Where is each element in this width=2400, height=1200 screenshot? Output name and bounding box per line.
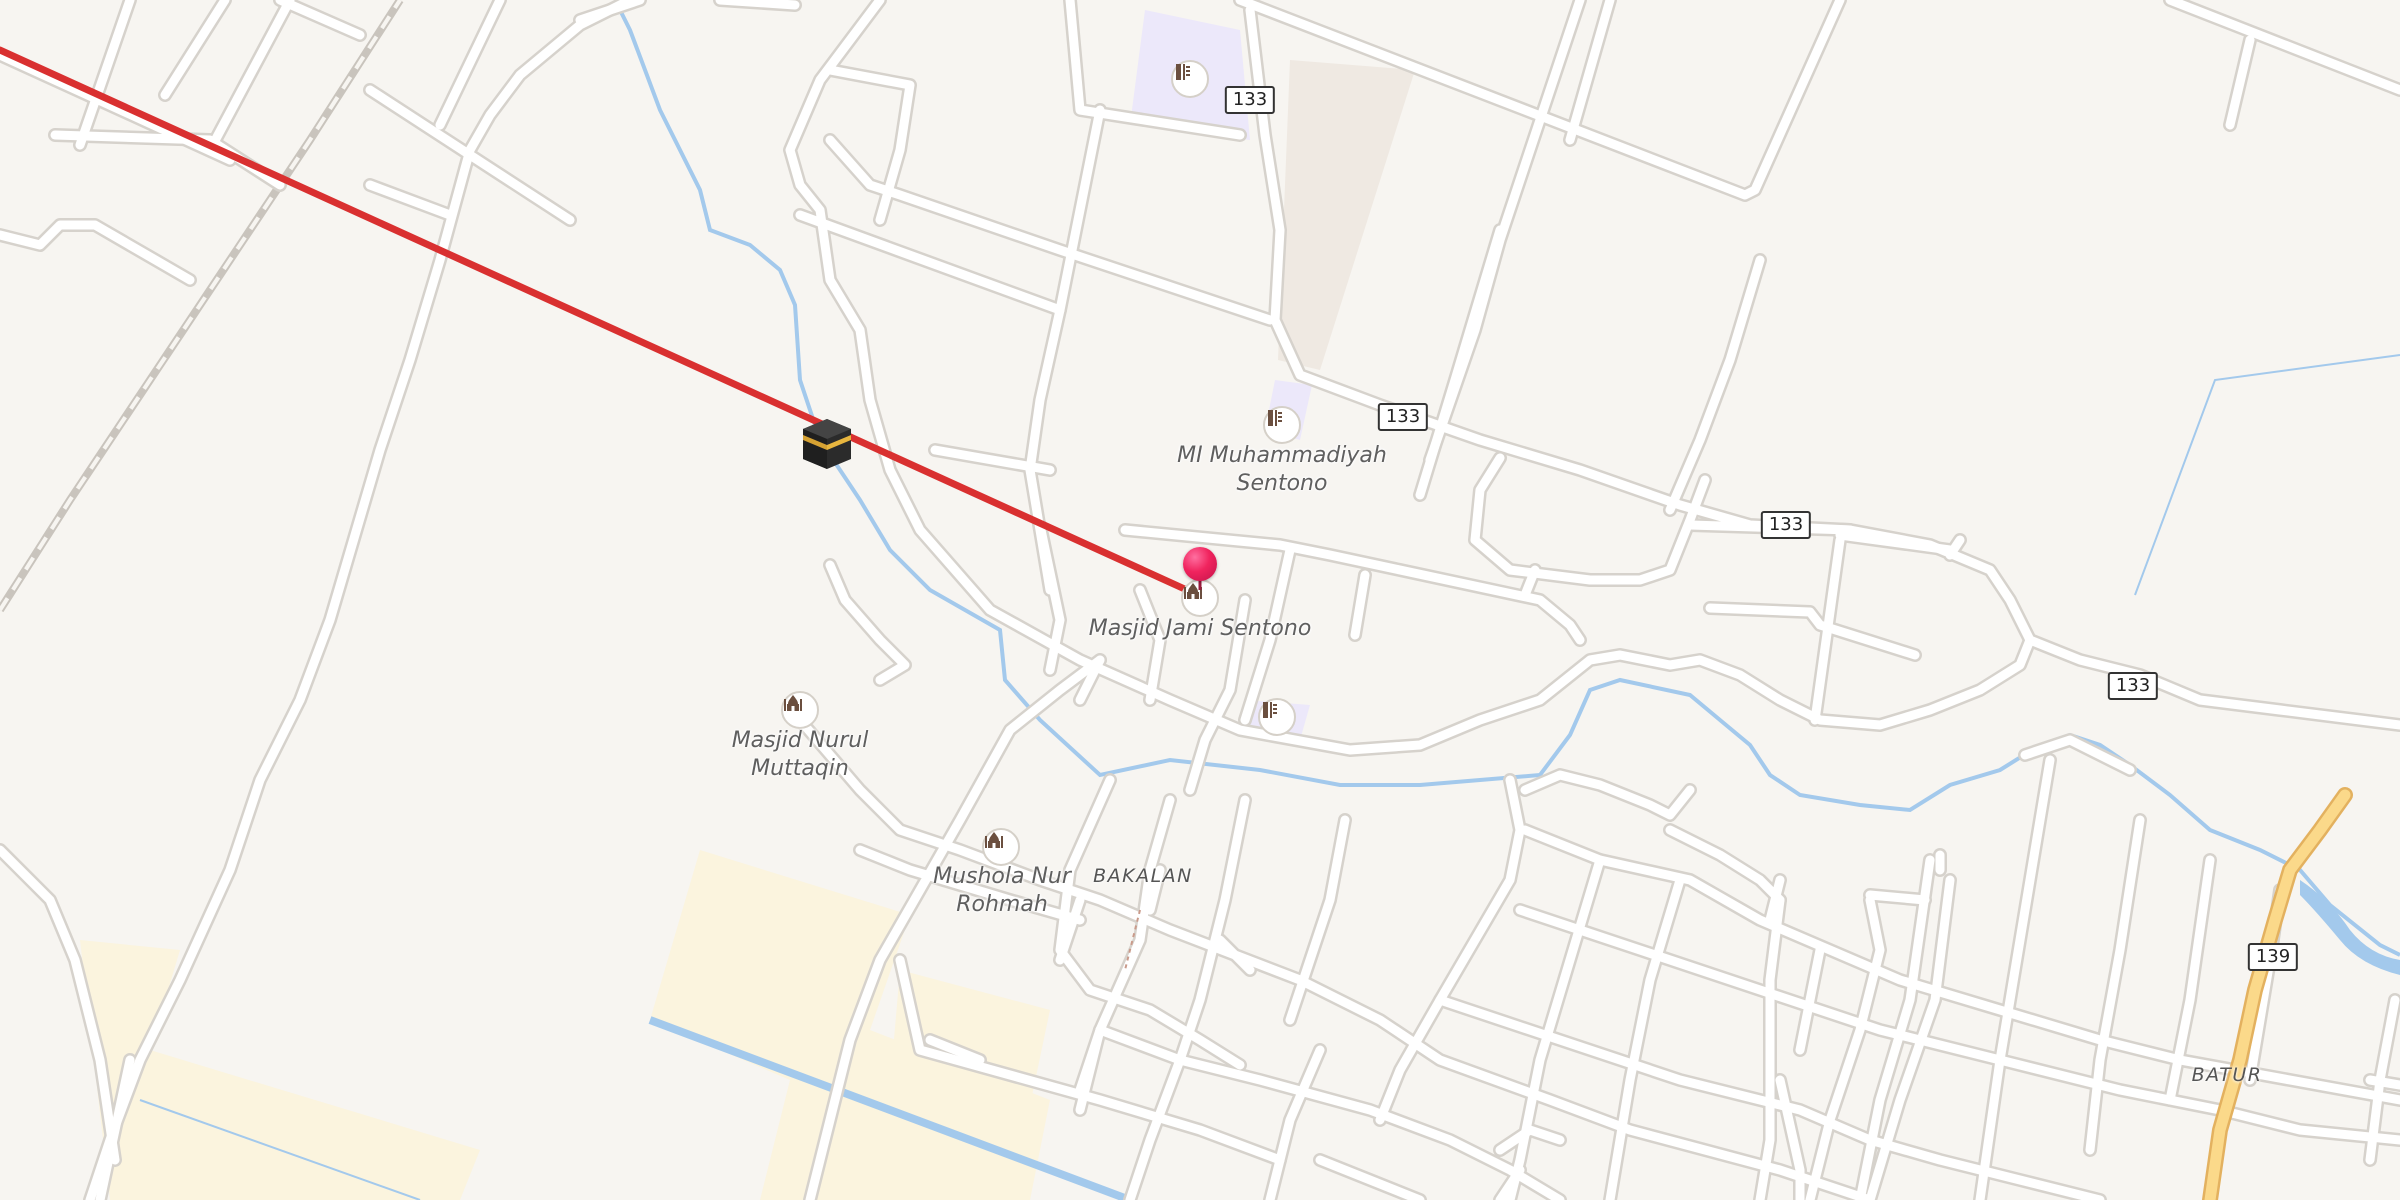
map-canvas[interactable]: MI Muhammadiyah Sentono Masjid Jami Sent…	[0, 0, 2400, 1200]
area-label-bakalan: BAKALAN	[1093, 865, 1193, 887]
place-label-masjid-jami-sentono[interactable]: Masjid Jami Sentono	[1089, 615, 1312, 643]
route-shield-139: 139	[2247, 943, 2299, 971]
school-icon[interactable]	[1258, 698, 1296, 736]
railway	[0, 0, 404, 613]
route-shield-133: 133	[1224, 86, 1276, 114]
mosque-icon[interactable]	[781, 691, 819, 729]
river-mouth	[2300, 880, 2400, 975]
route-shield-133: 133	[1377, 403, 1429, 431]
location-pin-icon[interactable]	[1183, 547, 1217, 581]
field-patch	[1278, 60, 1415, 370]
school-icon[interactable]	[1171, 60, 1209, 98]
ditch	[2134, 354, 2400, 596]
mosque-icon[interactable]	[982, 828, 1020, 866]
area-label-batur: BATUR	[2191, 1064, 2263, 1086]
route-shield-133: 133	[2107, 672, 2159, 700]
place-label-mi-muhammadiyah[interactable]: MI Muhammadiyah Sentono	[1177, 442, 1387, 498]
qibla-direction-line	[0, 46, 1204, 600]
route-shield-133: 133	[1760, 511, 1812, 539]
place-label-mushola-nur-rohmah[interactable]: Mushola Nur Rohmah	[933, 863, 1071, 919]
school-icon[interactable]	[1263, 406, 1301, 444]
place-label-masjid-nurul-muttaqin[interactable]: Masjid Nurul Muttaqin	[732, 727, 869, 783]
